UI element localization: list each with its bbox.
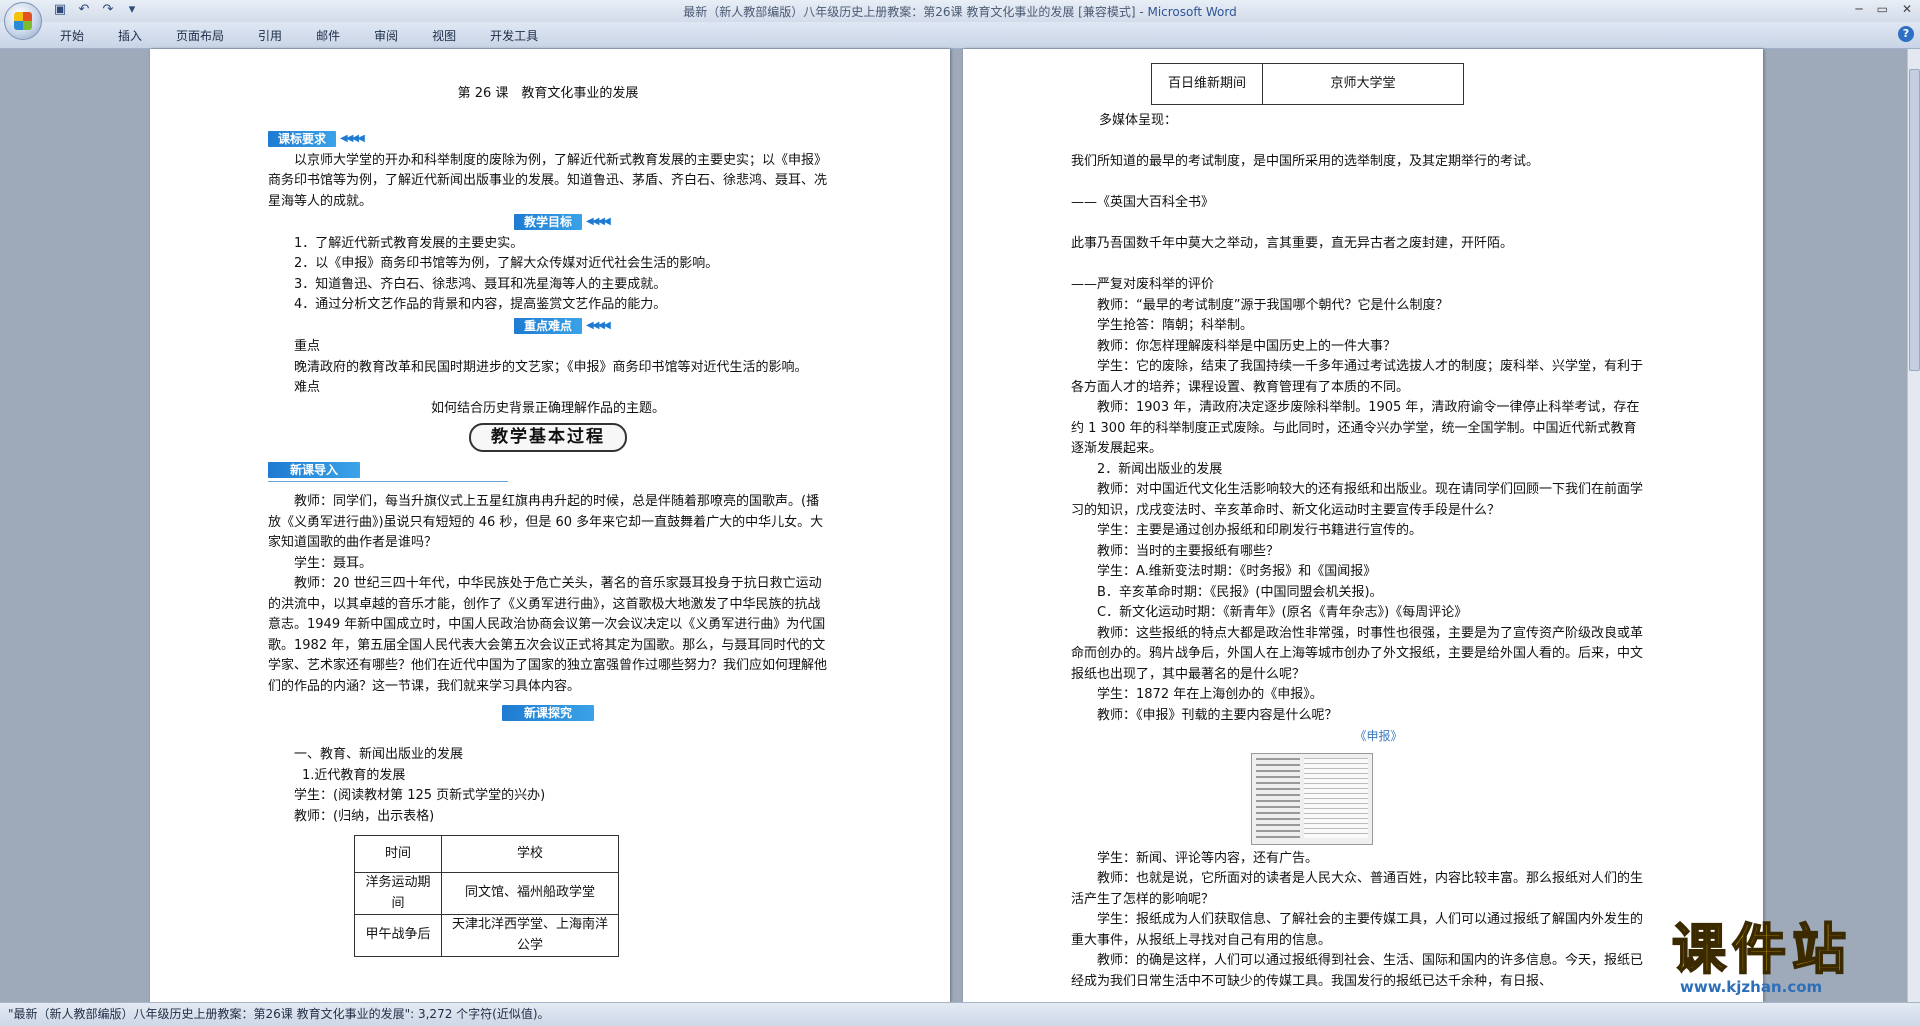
table-row: 洋务运动期间 同文馆、福州船政学堂 [354,872,619,915]
vertical-scrollbar[interactable] [1907,49,1920,1002]
paragraph: 教师：20 世纪三四十年代，中华民族处于危亡关头，著名的音乐家聂耳投身于抗日救亡… [268,576,828,694]
teacher-line: 教师：(归纳，出示表格) [294,808,435,824]
paragraph: 学生抢答：隋朝；科举制。 [1097,318,1254,333]
help-icon[interactable]: ? [1898,26,1914,42]
office-logo-icon [14,12,32,30]
newspaper-caption: 《申报》 [1354,729,1403,743]
ribbon-tab[interactable]: 视图 [432,27,456,44]
maximize-icon[interactable]: ▭ [1877,2,1888,16]
banner-keypoints: 重点难点 [513,317,609,334]
paragraph: 教师：这些报纸的特点大都是政治性非常强，时事性也很强，主要是为了宣传资产阶级改良… [1071,625,1644,682]
ribbon-tab[interactable]: 审阅 [374,27,398,44]
banner-underline [268,481,508,482]
banner-intro: 新课导入 [268,461,361,478]
banner-goals: 教学目标 [513,214,609,230]
dialogue-part-b: 学生：新闻、评论等内容，还有广告。教师：也就是说，它所面对的读者是人民大众、普通… [1071,849,1646,993]
office-button[interactable] [4,2,42,40]
lesson-title: 第 26 课 教育文化事业的发展 [457,86,639,101]
paragraph: 学生：主要是通过创办报纸和印刷发行书籍进行宣传的。 [1097,523,1423,538]
title-bar: ▣ ↶ ↷ ▾ 最新（新人教部编版）八年级历史上册教案：第26课 教育文化事业的… [0,0,1920,23]
paragraph: 2．以《申报》商务印书馆等为例，了解大众传媒对近代社会生活的影响。 [294,256,719,271]
quote-1-source: ——《英国大百科全书》 [1071,195,1215,210]
goals-list: 1．了解近代新式教育发展的主要史实。 2．以《申报》商务印书馆等为例，了解大众传媒… [268,234,828,316]
newspaper-masthead-icon [1256,757,1300,838]
paragraph: 教师：当时的主要报纸有哪些？ [1097,543,1280,559]
close-icon[interactable]: ✕ [1902,2,1912,16]
paragraph: 2．新闻出版业的发展 [1097,461,1223,477]
schools-table: 时间 学校 洋务运动期间 同文馆、福州船政学堂 甲午战争后 天津北洋西学堂、上海… [354,835,619,957]
quote-2-source: ——严复对废科举的评价 [1071,277,1215,292]
ribbon-tab[interactable]: 页面布局 [176,27,224,44]
ribbon-tab[interactable]: 开发工具 [490,27,538,44]
ribbon-tab[interactable]: 邮件 [316,27,340,44]
table-cell: 京师大学堂 [1262,63,1464,105]
student-line: 学生：(阅读教材第 125 页新式学堂的兴办) [294,788,546,803]
section-one-heading: 一、教育、新闻出版业的发展 [294,747,464,762]
paragraph: 教师：同学们，每当升旗仪式上五星红旗冉冉升起的时候，总是伴随着那嘹亮的国歌声。(… [268,494,824,550]
difficult-label: 难点 [294,380,321,395]
key-text: 晚清政府的教育改革和民国时期进步的文艺家；《申报》商务印书馆等对近代生活的影响。 [294,359,808,375]
shenbao-newspaper-image [1251,752,1373,845]
quote-2: 此事乃吾国数千年中莫大之举动，言其重要，直无异古者之废封建，开阡陌。 [1071,236,1514,251]
paragraph: 教师：“最早的考试制度”源于我国哪个朝代？它是什么制度？ [1097,297,1449,313]
quote-1: 我们所知道的最早的考试制度，是中国所采用的选举制度，及其定期举行的考试。 [1071,154,1540,169]
ribbon-tabs: 开始 插入 页面布局 引用 邮件 审阅 视图 开发工具 ? [0,22,1920,49]
table-header-school: 学校 [441,835,619,873]
table-header-time: 时间 [354,835,442,873]
ribbon-tab[interactable]: 插入 [118,27,142,44]
status-text: "最新（新人教部编版）八年级历史上册教案：第26课 教育文化事业的发展": 3,… [8,1007,550,1021]
paragraph: 学生：报纸成为人们获取信息、了解社会的主要传媒工具，人们可以通过报纸了解国内外发… [1071,912,1644,948]
paragraph: B．辛亥革命时期：《民报》(中国同盟会机关报)。 [1097,584,1383,600]
intro-paragraphs: 教师：同学们，每当升旗仪式上五星红旗冉冉升起的时候，总是伴随着那嘹亮的国歌声。(… [268,492,828,697]
paragraph: C．新文化运动时期：《新青年》(原名《青年杂志》)《每周评论》 [1097,605,1468,620]
window-controls: ─ ▭ ✕ [1855,2,1912,16]
paragraph: 教师：你怎样理解废科举是中国历史上的一件大事？ [1097,338,1397,354]
difficult-text: 如何结合历史背景正确理解作品的主题。 [430,400,665,416]
ribbon-tab[interactable]: 开始 [60,27,84,44]
watermark-url: www.kjzhan.com [1680,978,1823,996]
paragraph: 1．了解近代新式教育发展的主要史实。 [294,235,524,251]
table-header-row: 时间 学校 [354,835,619,873]
table-cell: 天津北洋西学堂、上海南洋公学 [441,914,619,957]
paragraph: 学生：它的废除，结束了我国持续一千多年通过考试选拔人才的制度；废科举、兴学堂，有… [1071,359,1644,395]
paragraph: 学生：聂耳。 [294,555,373,571]
paragraph: 教师：也就是说，它所面对的读者是人民大众、普通百姓，内容比较丰富。那么报纸对人们… [1071,871,1644,907]
banner-requirements: 课标要求 [268,131,363,147]
paragraph: 教师：1903 年，清政府决定逐步废除科举制。1905 年，清政府谕令一律停止科… [1071,400,1640,456]
sub-one-heading: 1.近代教育的发展 [302,767,406,783]
tab-list: 开始 插入 页面布局 引用 邮件 审阅 视图 开发工具 [60,27,538,44]
table-row: 百日维新期间 京师大学堂 [1151,63,1464,105]
dialogue-part-a: 教师：“最早的考试制度”源于我国哪个朝代？它是什么制度？ 学生抢答：隋朝；科举制。… [1071,296,1646,727]
document-page-left[interactable]: 第 26 课 教育文化事业的发展 课标要求 以京师大学堂的开办和科举制度的废除为… [150,49,950,1002]
paragraph: 4．通过分析文艺作品的背景和内容，提高鉴赏文艺作品的能力。 [294,297,667,312]
paragraph: 教师：对中国近代文化生活影响较大的还有报纸和出版业。现在请同学们回顾一下我们在前… [1071,482,1644,518]
window-title: 最新（新人教部编版）八年级历史上册教案：第26课 教育文化事业的发展 [兼容模式… [683,5,1237,19]
schools-table-continued: 百日维新期间 京师大学堂 [1151,63,1464,105]
paragraph: 学生：1872 年在上海创办的《申报》。 [1097,687,1323,702]
ribbon-tab[interactable]: 引用 [258,27,282,44]
process-title: 教学基本过程 [469,423,627,452]
paragraph: 学生：A.维新变法时期：《时务报》和《国闻报》 [1097,564,1377,579]
watermark-title: 课件站 [1671,918,1852,981]
key-label: 重点 [294,339,321,354]
table-cell: 同文馆、福州船政学堂 [441,872,619,915]
scrollbar-thumb[interactable] [1909,69,1920,371]
paragraph: 教师：的确是这样，人们可以通过报纸得到社会、生活、国际和国内的许多信息。今天，报… [1071,953,1644,989]
minimize-icon[interactable]: ─ [1855,2,1862,16]
table-cell: 百日维新期间 [1151,63,1263,105]
requirements-text: 以京师大学堂的开办和科举制度的废除为例，了解近代新式教育发展的主要史实；以《申报… [268,152,828,209]
status-bar: "最新（新人教部编版）八年级历史上册教案：第26课 教育文化事业的发展": 3,… [0,1002,1920,1026]
paragraph: 3．知道鲁迅、齐白石、徐悲鸿、聂耳和冼星海等人的主要成就。 [294,276,667,292]
newspaper-text-icon [1304,757,1368,838]
site-watermark: 课件站 www.kjzhan.com [1671,918,1912,1002]
table-row: 甲午战争后 天津北洋西学堂、上海南洋公学 [354,914,619,957]
document-page-right[interactable]: 百日维新期间 京师大学堂 多媒体呈现： 我们所知道的最早的考试制度，是中国所采用… [963,49,1763,1002]
table-cell: 甲午战争后 [354,914,442,957]
paragraph: 学生：新闻、评论等内容，还有广告。 [1097,850,1319,866]
paragraph: 教师：《申报》刊载的主要内容是什么呢？ [1097,707,1338,723]
media-label: 多媒体呈现： [1099,113,1178,128]
banner-explore: 新课探究 [501,705,594,721]
table-cell: 洋务运动期间 [354,872,442,915]
